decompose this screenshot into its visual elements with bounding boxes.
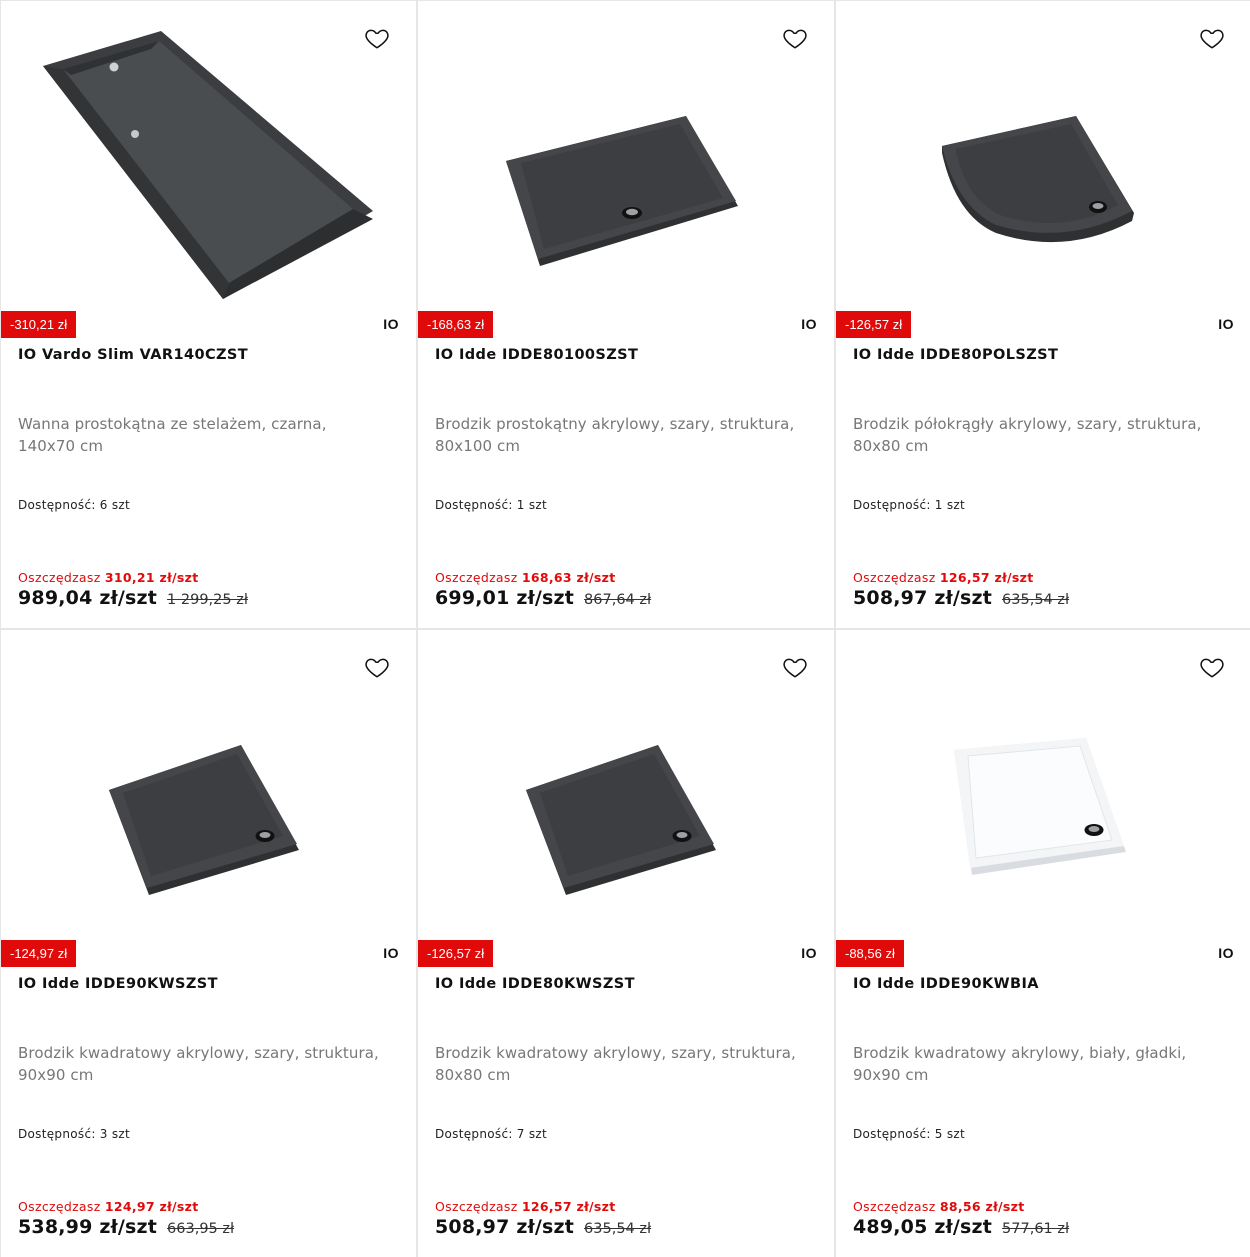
discount-badge: -310,21 zł <box>1 311 77 338</box>
discount-badge: -126,57 zł <box>418 940 494 967</box>
price-row: 699,01 zł/szt 867,64 zł <box>435 587 651 609</box>
savings-label: Oszczędzasz <box>18 1199 105 1214</box>
product-image[interactable] <box>836 1 1250 301</box>
savings-label: Oszczędzasz <box>435 1199 522 1214</box>
availability-text: Dostępność: 5 szt <box>853 1127 965 1141</box>
price-row: 508,97 zł/szt 635,54 zł <box>853 587 1069 609</box>
old-price: 635,54 zł <box>1002 592 1070 608</box>
old-price: 577,61 zł <box>1002 1221 1070 1237</box>
product-grid: -310,21 zł IO IO Vardo Slim VAR140CZST W… <box>0 0 1250 1257</box>
brand-label: IO <box>801 316 817 332</box>
product-description: Brodzik półokrągły akrylowy, szary, stru… <box>853 415 1202 455</box>
savings-amount: 124,97 zł/szt <box>104 1199 199 1214</box>
brand-label: IO <box>383 945 399 961</box>
product-title[interactable]: IO Idde IDDE90KWSZST <box>18 976 218 992</box>
product-card[interactable]: -88,56 zł IO IO Idde IDDE90KWBIA Brodzik… <box>836 630 1250 1257</box>
current-price: 489,05 zł/szt <box>853 1216 993 1238</box>
heart-icon[interactable] <box>1199 654 1225 680</box>
product-description: Brodzik kwadratowy akrylowy, biały, gład… <box>853 1044 1187 1084</box>
savings-amount: 310,21 zł/szt <box>104 570 199 585</box>
savings-text: Oszczędzasz 310,21 zł/szt <box>18 570 199 585</box>
current-price: 508,97 zł/szt <box>853 587 993 609</box>
savings-label: Oszczędzasz <box>853 1199 940 1214</box>
price-row: 538,99 zł/szt 663,95 zł <box>18 1216 234 1238</box>
product-title[interactable]: IO Idde IDDE80100SZST <box>435 347 638 363</box>
savings-text: Oszczędzasz 168,63 zł/szt <box>435 570 616 585</box>
savings-text: Oszczędzasz 126,57 zł/szt <box>435 1199 616 1214</box>
brand-label: IO <box>1218 945 1234 961</box>
savings-label: Oszczędzasz <box>435 570 522 585</box>
savings-amount: 88,56 zł/szt <box>939 1199 1025 1214</box>
heart-icon[interactable] <box>782 25 808 51</box>
product-title[interactable]: IO Idde IDDE90KWBIA <box>853 976 1039 992</box>
savings-text: Oszczędzasz 88,56 zł/szt <box>853 1199 1025 1214</box>
product-card[interactable]: -126,57 zł IO IO Idde IDDE80POLSZST Brod… <box>836 1 1250 628</box>
discount-badge: -126,57 zł <box>836 311 912 338</box>
current-price: 699,01 zł/szt <box>435 587 575 609</box>
product-card[interactable]: -168,63 zł IO IO Idde IDDE80100SZST Brod… <box>418 1 834 628</box>
current-price: 538,99 zł/szt <box>18 1216 158 1238</box>
discount-badge: -124,97 zł <box>1 940 77 967</box>
availability-text: Dostępność: 6 szt <box>18 498 130 512</box>
savings-text: Oszczędzasz 126,57 zł/szt <box>853 570 1034 585</box>
availability-text: Dostępność: 3 szt <box>18 1127 130 1141</box>
product-card[interactable]: -126,57 zł IO IO Idde IDDE80KWSZST Brodz… <box>418 630 834 1257</box>
product-image[interactable] <box>418 1 834 301</box>
savings-label: Oszczędzasz <box>853 570 940 585</box>
product-title[interactable]: IO Vardo Slim VAR140CZST <box>18 347 248 363</box>
product-title[interactable]: IO Idde IDDE80POLSZST <box>853 347 1058 363</box>
availability-text: Dostępność: 7 szt <box>435 1127 547 1141</box>
current-price: 989,04 zł/szt <box>18 587 158 609</box>
heart-icon[interactable] <box>364 654 390 680</box>
product-description: Brodzik kwadratowy akrylowy, szary, stru… <box>435 1044 796 1084</box>
old-price: 663,95 zł <box>167 1221 235 1237</box>
brand-label: IO <box>383 316 399 332</box>
availability-text: Dostępność: 1 szt <box>853 498 965 512</box>
savings-amount: 168,63 zł/szt <box>521 570 616 585</box>
product-image[interactable] <box>1 630 416 930</box>
product-image[interactable] <box>418 630 834 930</box>
product-description: Brodzik prostokątny akrylowy, szary, str… <box>435 415 795 455</box>
price-row: 508,97 zł/szt 635,54 zł <box>435 1216 651 1238</box>
discount-badge: -168,63 zł <box>418 311 494 338</box>
heart-icon[interactable] <box>364 25 390 51</box>
old-price: 1 299,25 zł <box>167 592 248 608</box>
heart-icon[interactable] <box>1199 25 1225 51</box>
savings-amount: 126,57 zł/szt <box>939 570 1034 585</box>
product-card[interactable]: -310,21 zł IO IO Vardo Slim VAR140CZST W… <box>1 1 416 628</box>
savings-amount: 126,57 zł/szt <box>521 1199 616 1214</box>
heart-icon[interactable] <box>782 654 808 680</box>
product-image[interactable] <box>1 1 416 301</box>
product-title[interactable]: IO Idde IDDE80KWSZST <box>435 976 635 992</box>
product-card[interactable]: -124,97 zł IO IO Idde IDDE90KWSZST Brodz… <box>1 630 416 1257</box>
product-description: Wanna prostokątna ze stelażem, czarna, 1… <box>18 415 327 455</box>
product-description: Brodzik kwadratowy akrylowy, szary, stru… <box>18 1044 379 1084</box>
availability-text: Dostępność: 1 szt <box>435 498 547 512</box>
savings-text: Oszczędzasz 124,97 zł/szt <box>18 1199 199 1214</box>
product-image[interactable] <box>836 630 1250 930</box>
old-price: 635,54 zł <box>584 1221 652 1237</box>
current-price: 508,97 zł/szt <box>435 1216 575 1238</box>
price-row: 489,05 zł/szt 577,61 zł <box>853 1216 1069 1238</box>
discount-badge: -88,56 zł <box>836 940 904 967</box>
brand-label: IO <box>801 945 817 961</box>
savings-label: Oszczędzasz <box>18 570 105 585</box>
price-row: 989,04 zł/szt 1 299,25 zł <box>18 587 248 609</box>
old-price: 867,64 zł <box>584 592 652 608</box>
brand-label: IO <box>1218 316 1234 332</box>
